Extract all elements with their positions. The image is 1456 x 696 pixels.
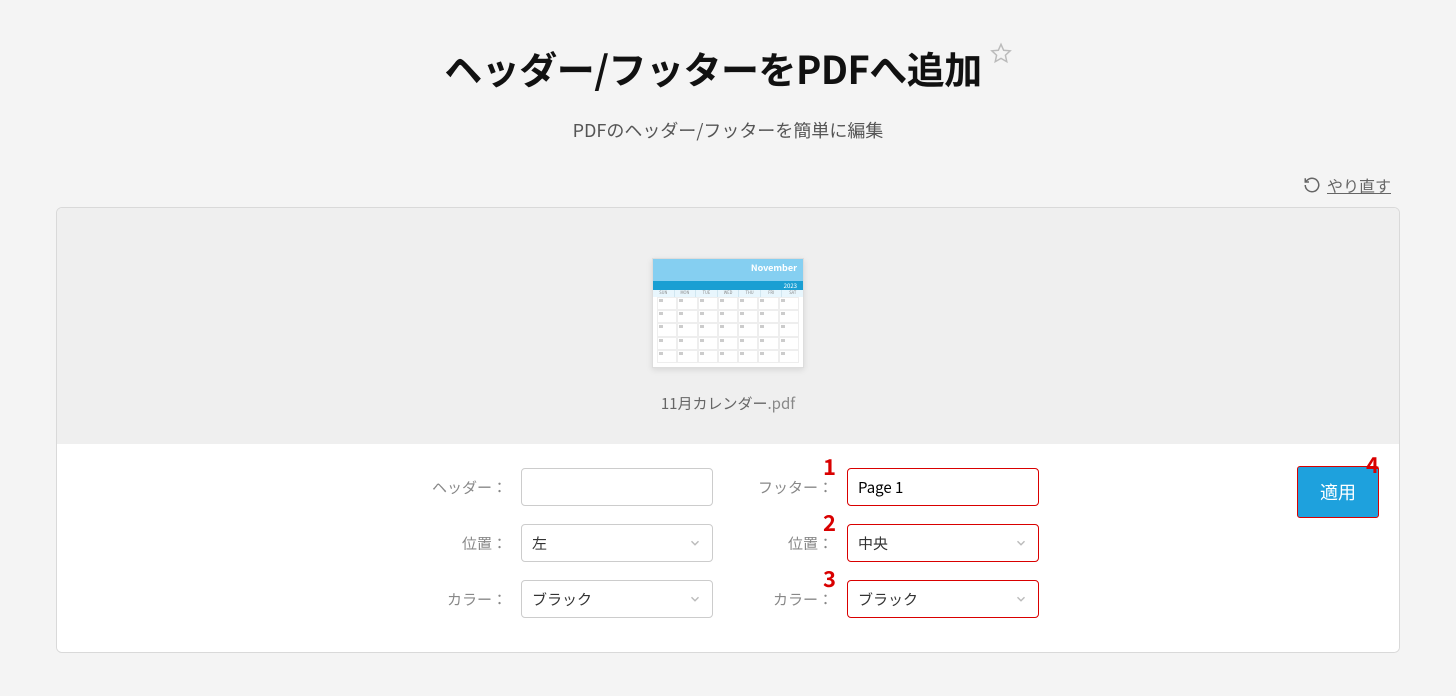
page-subtitle: PDFのヘッダー/フッターを簡単に編集 [40, 117, 1416, 143]
pdf-thumbnail[interactable]: November 2023 SUN MON TUE WED THU FRI SA… [652, 258, 804, 368]
chevron-down-icon [688, 592, 702, 606]
calendar-year-label: 2023 [653, 281, 803, 290]
page-title: ヘッダー/フッターをPDFへ追加 [444, 40, 981, 95]
favorite-star-icon[interactable] [990, 42, 1012, 64]
header-position-label: 位置： [417, 533, 507, 554]
calendar-month-label: November [653, 259, 803, 281]
header-color-select[interactable]: ブラック [521, 580, 713, 618]
footer-input[interactable] [847, 468, 1039, 506]
header-label: ヘッダー： [417, 477, 507, 498]
footer-label: フッター： [743, 477, 833, 498]
chevron-down-icon [688, 536, 702, 550]
footer-position-select[interactable]: 中央 [847, 524, 1039, 562]
chevron-down-icon [1014, 592, 1028, 606]
footer-color-label: カラー： [743, 589, 833, 610]
apply-button[interactable]: 適用 [1297, 466, 1379, 518]
refresh-icon [1303, 176, 1321, 194]
redo-link[interactable]: やり直す [1303, 173, 1391, 197]
redo-label: やり直す [1327, 173, 1391, 197]
header-color-label: カラー： [417, 589, 507, 610]
file-name-label: 11月カレンダー.pdf [661, 393, 795, 414]
footer-position-label: 位置： [743, 533, 833, 554]
header-position-select[interactable]: 左 [521, 524, 713, 562]
chevron-down-icon [1014, 536, 1028, 550]
header-input[interactable] [521, 468, 713, 506]
footer-color-select[interactable]: ブラック [847, 580, 1039, 618]
